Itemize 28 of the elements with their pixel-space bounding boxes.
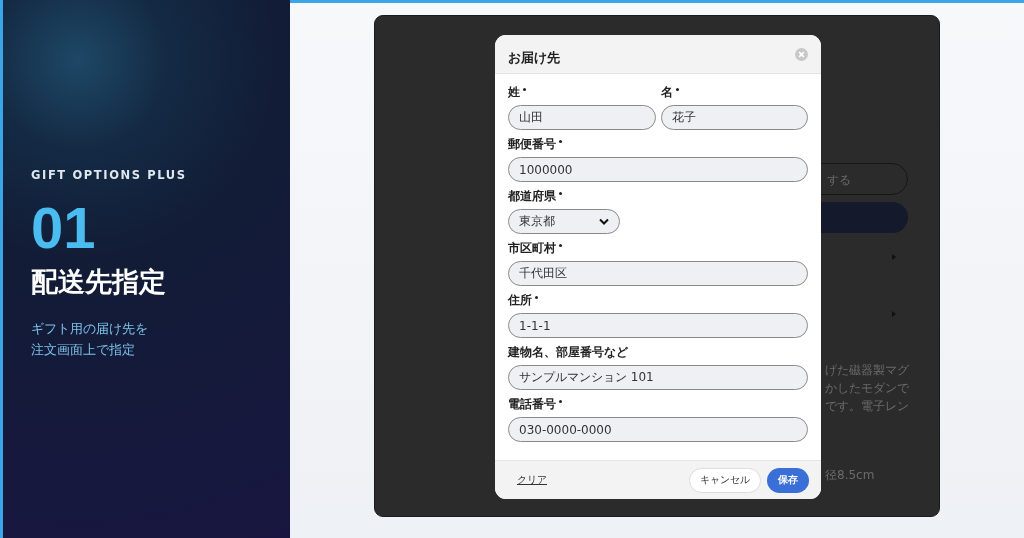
input-field[interactable]: 山田 xyxy=(508,105,656,130)
background-text: 径8.5cm xyxy=(825,467,875,484)
save-button[interactable]: 保存 xyxy=(767,467,809,493)
close-icon[interactable] xyxy=(795,48,808,61)
input-field[interactable]: 花子 xyxy=(660,105,808,130)
field-label: 住所 xyxy=(508,294,532,307)
cancel-button[interactable]: キャンセル xyxy=(689,467,761,493)
field-label: 郵便番号 xyxy=(508,138,556,151)
step-number: 01 xyxy=(31,196,97,260)
input-field[interactable]: 030-0000-0000 xyxy=(508,417,808,442)
input-field[interactable]: サンプルマンション 101 xyxy=(508,365,808,390)
field-label: 市区町村 xyxy=(508,242,556,255)
hero-subtitle: 注文画面上で指定 xyxy=(31,341,136,359)
prefecture-select[interactable]: 東京都 xyxy=(508,209,620,234)
field-label: 電話番号 xyxy=(508,398,556,411)
hero-title: 配送先指定 xyxy=(31,265,167,299)
field-label: 名 xyxy=(660,86,673,99)
brand-name: GIFT OPTIONS PLUS xyxy=(31,168,188,182)
input-field[interactable]: 1000000 xyxy=(508,157,808,182)
input-field[interactable]: 1-1-1 xyxy=(508,313,808,338)
dialog-title: お届け先 xyxy=(508,49,560,67)
hero-subtitle: ギフト用の届け先を xyxy=(31,320,149,338)
field-label: 建物名、部屋番号など xyxy=(508,346,628,359)
field-label: 姓 xyxy=(508,86,520,99)
caret-icon xyxy=(599,218,609,225)
field-label: 都道府県 xyxy=(508,190,556,203)
clear-link[interactable]: クリア xyxy=(517,473,547,487)
input-field[interactable]: 千代田区 xyxy=(508,261,808,286)
